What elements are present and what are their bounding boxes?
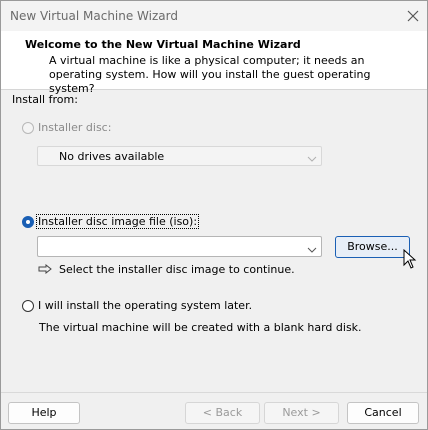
mouse-cursor-icon [403,248,417,272]
help-button[interactable]: Help [8,402,80,424]
wizard-header: Welcome to the New Virtual Machine Wizar… [1,31,427,95]
header-title: Welcome to the New Virtual Machine Wizar… [25,38,301,51]
window-title: New Virtual Machine Wizard [10,9,178,23]
header-description: A virtual machine is like a physical com… [49,54,371,95]
install-from-label: Install from: [12,93,78,106]
browse-button[interactable]: Browse... [335,236,410,258]
installer-disc-radio[interactable] [22,122,34,134]
drive-select[interactable]: No drives available [37,146,322,166]
drive-select-value: No drives available [59,150,165,163]
iso-label: Installer disc image file (iso): [36,214,200,229]
install-later-note: The virtual machine will be created with… [39,321,362,334]
next-button[interactable]: Next > [264,402,339,424]
installer-disc-label: Installer disc: [38,121,112,134]
install-later-label: I will install the operating system late… [38,299,253,312]
install-later-radio[interactable] [22,300,34,312]
chevron-down-icon [307,153,317,162]
iso-path-input[interactable] [37,236,322,257]
arrow-right-icon [38,263,52,277]
cancel-button[interactable]: Cancel [347,402,419,424]
chevron-down-icon[interactable] [307,244,317,253]
iso-hint: Select the installer disc image to conti… [59,263,295,276]
iso-radio[interactable] [22,216,34,228]
close-icon[interactable] [403,6,423,26]
back-button[interactable]: < Back [185,402,260,424]
title-bar: New Virtual Machine Wizard [1,1,427,31]
footer-divider [1,392,427,393]
